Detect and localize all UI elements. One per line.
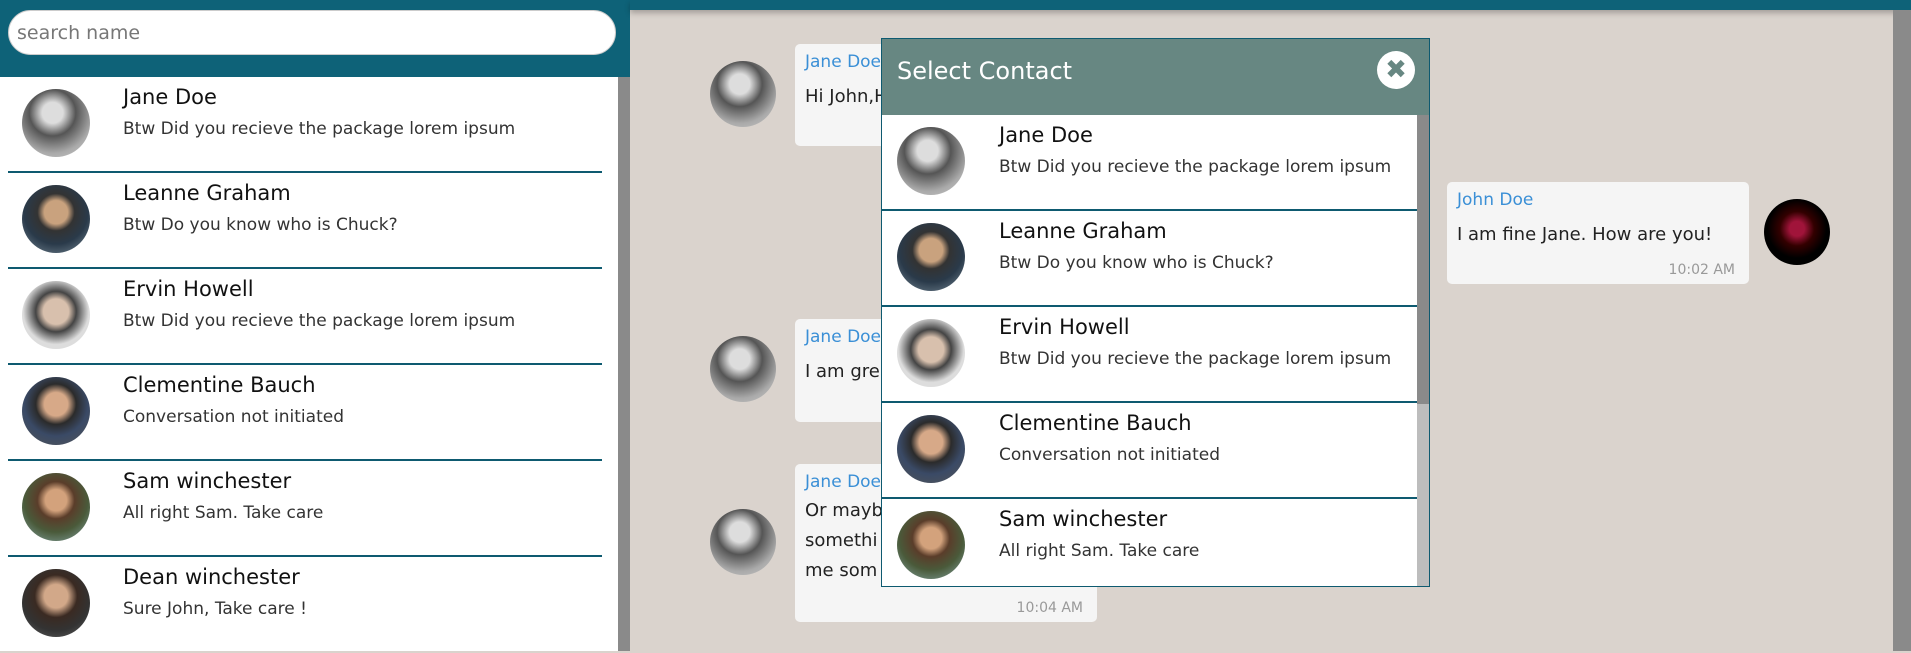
contact-name: Clementine Bauch (999, 411, 1192, 435)
modal-header: Select Contact ✖ (882, 39, 1429, 115)
last-message: All right Sam. Take care (123, 503, 324, 523)
message-time: 10:02 AM (1668, 262, 1735, 278)
modal-contact-item[interactable]: Leanne Graham Btw Do you know who is Chuc… (882, 211, 1418, 307)
contact-item[interactable]: Sam winchester All right Sam. Take care (8, 461, 602, 557)
contact-list: Jane Doe Btw Did you recieve the package … (0, 77, 618, 653)
contact-name: Leanne Graham (999, 219, 1167, 243)
last-message: Btw Do you know who is Chuck? (123, 215, 398, 235)
avatar (897, 511, 965, 579)
last-message: Btw Did you recieve the package lorem ip… (999, 157, 1392, 177)
avatar (710, 509, 776, 575)
contact-name: Dean winchester (123, 565, 300, 589)
modal-contact-item[interactable]: Clementine Bauch Conversation not initiat… (882, 403, 1418, 499)
contact-name: Leanne Graham (123, 181, 291, 205)
chat-scrollbar[interactable] (1893, 10, 1911, 651)
modal-contact-item[interactable]: Jane Doe Btw Did you recieve the package … (882, 115, 1418, 211)
contact-name: Sam winchester (999, 507, 1168, 531)
last-message: Sure John, Take care ! (123, 599, 307, 619)
last-message: Btw Did you recieve the package lorem ip… (123, 119, 516, 139)
contact-name: Sam winchester (123, 469, 292, 493)
avatar (897, 415, 965, 483)
avatar (897, 319, 965, 387)
avatar (22, 89, 90, 157)
last-message: Btw Do you know who is Chuck? (999, 253, 1274, 273)
avatar (897, 223, 965, 291)
modal-scrollbar-thumb[interactable] (1417, 115, 1429, 404)
contact-item[interactable]: Leanne Graham Btw Do you know who is Chuc… (8, 173, 602, 269)
last-message: Conversation not initiated (999, 445, 1220, 465)
message-time: 10:04 AM (1016, 600, 1083, 616)
search-header (0, 0, 630, 77)
avatar (22, 569, 90, 637)
last-message: Btw Did you recieve the package lorem ip… (123, 311, 516, 331)
contact-name: Clementine Bauch (123, 373, 316, 397)
close-icon: ✖ (1385, 55, 1407, 85)
contact-item[interactable]: Jane Doe Btw Did you recieve the package … (8, 77, 602, 173)
last-message: Conversation not initiated (123, 407, 344, 427)
avatar (1764, 199, 1830, 265)
avatar (22, 281, 90, 349)
avatar (710, 61, 776, 127)
chat-header (630, 0, 1911, 10)
modal-contact-list: Jane Doe Btw Did you recieve the package … (882, 115, 1418, 586)
close-button[interactable]: ✖ (1377, 51, 1415, 89)
contact-name: Ervin Howell (123, 277, 254, 301)
avatar (22, 185, 90, 253)
message-bubble: John Doe I am fine Jane. How are you! 10:0… (1447, 182, 1749, 284)
avatar (22, 377, 90, 445)
last-message: All right Sam. Take care (999, 541, 1200, 561)
message-text: I am fine Jane. How are you! (1457, 224, 1713, 245)
contact-name: Jane Doe (123, 85, 217, 109)
avatar (897, 127, 965, 195)
contact-item[interactable]: Clementine Bauch Conversation not initiat… (8, 365, 602, 461)
contact-item[interactable]: Ervin Howell Btw Did you recieve the pack… (8, 269, 602, 365)
contact-name: Jane Doe (999, 123, 1093, 147)
avatar (710, 336, 776, 402)
contact-name: Ervin Howell (999, 315, 1130, 339)
sidebar-scrollbar[interactable] (618, 77, 630, 651)
contacts-sidebar: Jane Doe Btw Did you recieve the package … (0, 0, 630, 651)
contact-item[interactable]: Dean winchester Sure John, Take care ! (8, 557, 602, 653)
select-contact-modal: Select Contact ✖ Jane Doe Btw Did you rec… (881, 38, 1430, 587)
modal-contact-item[interactable]: Ervin Howell Btw Did you recieve the pack… (882, 307, 1418, 403)
modal-contact-item[interactable]: Sam winchester All right Sam. Take care (882, 499, 1418, 586)
avatar (22, 473, 90, 541)
last-message: Btw Did you recieve the package lorem ip… (999, 349, 1392, 369)
search-input[interactable] (8, 10, 616, 55)
modal-title: Select Contact (897, 57, 1073, 85)
sender-name: John Doe (1457, 190, 1534, 210)
